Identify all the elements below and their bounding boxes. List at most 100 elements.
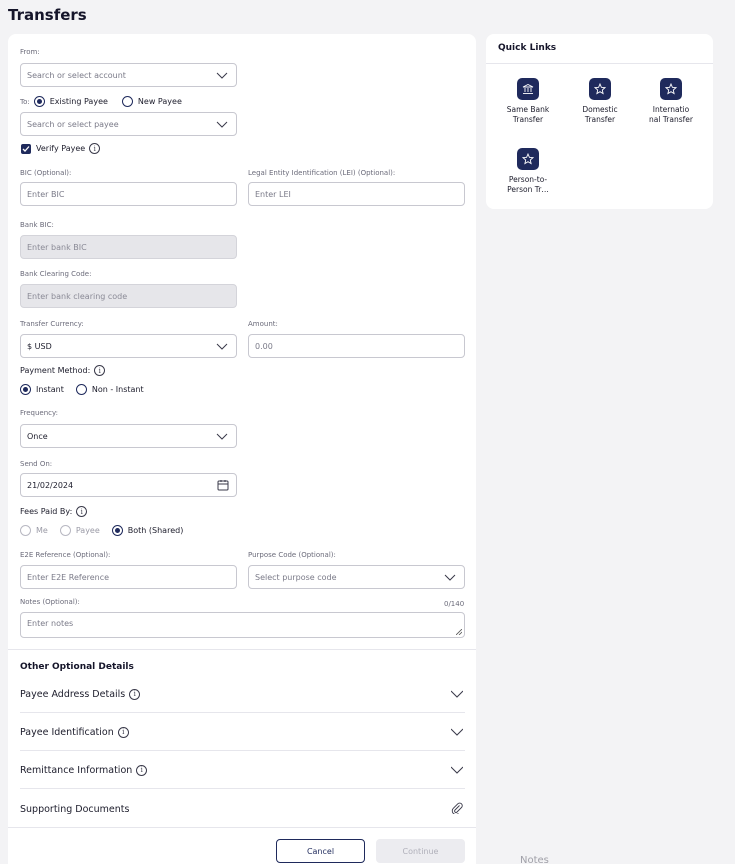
notes-textarea[interactable]: Enter notes — [20, 612, 465, 638]
frequency-value: Once — [27, 431, 48, 441]
purpose-label: Purpose Code (Optional): — [248, 551, 336, 559]
e2e-input[interactable]: Enter E2E Reference — [20, 565, 237, 589]
accordion-label: Supporting Documents — [20, 803, 130, 815]
info-icon[interactable]: i — [94, 365, 106, 376]
footer-divider — [8, 827, 476, 828]
star-icon — [660, 78, 682, 100]
info-icon[interactable]: i — [129, 688, 141, 700]
section-divider — [8, 649, 476, 650]
paperclip-icon[interactable] — [451, 802, 463, 814]
e2e-label: E2E Reference (Optional): — [20, 551, 111, 559]
accordion-remittance-information[interactable]: Remittance Information i — [20, 751, 465, 789]
info-icon[interactable]: i — [136, 764, 148, 776]
accordion-payee-address[interactable]: Payee Address Details i — [20, 675, 465, 713]
fees-label: Fees Paid By: — [20, 507, 73, 516]
notes-placeholder: Enter notes — [27, 619, 74, 628]
quick-link-label: Internatio nal Transfer — [649, 105, 693, 124]
info-icon[interactable]: i — [117, 726, 129, 738]
cancel-button[interactable]: Cancel — [276, 839, 365, 863]
star-icon — [517, 148, 539, 170]
calendar-icon[interactable] — [217, 479, 229, 491]
notes-panel-title: Notes — [520, 855, 549, 864]
star-icon — [589, 78, 611, 100]
info-icon[interactable]: i — [76, 506, 88, 517]
payee-select[interactable]: Search or select payee — [20, 112, 237, 136]
lei-label: Legal Entity Identification (LEI) (Optio… — [248, 169, 396, 177]
fees-both-radio[interactable] — [111, 525, 123, 536]
currency-select[interactable]: $ USD — [20, 334, 237, 358]
accordion-divider — [20, 788, 465, 789]
continue-button[interactable]: Continue — [376, 839, 465, 863]
notes-label: Notes (Optional): — [20, 598, 80, 606]
quick-link-domestic[interactable]: Domestic Transfer — [570, 78, 630, 125]
quick-link-label: Person-to- Person Tr… — [507, 175, 549, 194]
notes-counter: 0/140 — [444, 600, 465, 608]
quick-link-label: Same Bank Transfer — [506, 105, 550, 124]
bank-bic-placeholder: Enter bank BIC — [27, 242, 87, 252]
chevron-down-icon — [216, 121, 228, 128]
transfer-form-card: From: Search or select account To: Exist… — [8, 34, 476, 864]
send-on-label: Send On: — [20, 460, 53, 468]
accordion-supporting-documents[interactable]: Supporting Documents — [20, 790, 465, 828]
from-account-placeholder: Search or select account — [27, 70, 126, 80]
amount-input[interactable]: 0.00 — [248, 334, 465, 358]
verify-payee-checkbox[interactable] — [21, 143, 31, 154]
chevron-down-icon — [451, 766, 463, 774]
purpose-select[interactable]: Select purpose code — [248, 565, 465, 589]
info-icon[interactable]: i — [89, 143, 101, 154]
chevron-down-icon — [451, 728, 463, 736]
accordion-payee-identification[interactable]: Payee Identification i — [20, 713, 465, 751]
other-details-title: Other Optional Details — [20, 662, 134, 672]
lei-placeholder: Enter LEI — [255, 189, 291, 199]
bank-icon — [517, 78, 539, 100]
chevron-down-icon — [216, 72, 228, 79]
new-payee-radio[interactable] — [121, 96, 133, 107]
to-payee-options: To: Existing Payee New Payee — [20, 96, 182, 107]
instant-label: Instant — [36, 385, 64, 394]
quick-link-same-bank[interactable]: Same Bank Transfer — [498, 78, 558, 125]
quick-link-label: Domestic Transfer — [582, 105, 618, 124]
new-payee-label: New Payee — [137, 97, 182, 106]
bank-clearing-label: Bank Clearing Code: — [20, 270, 92, 278]
bic-placeholder: Enter BIC — [27, 189, 65, 199]
non-instant-radio[interactable] — [75, 384, 87, 395]
bic-input[interactable]: Enter BIC — [20, 182, 237, 206]
chevron-down-icon — [216, 343, 228, 350]
from-account-select[interactable]: Search or select account — [20, 63, 237, 87]
payee-placeholder: Search or select payee — [27, 119, 119, 129]
bank-clearing-input: Enter bank clearing code — [20, 284, 237, 308]
bank-bic-label: Bank BIC: — [20, 221, 54, 229]
quick-link-person-to-person[interactable]: Person-to- Person Tr… — [498, 148, 558, 195]
quick-links-divider — [486, 63, 713, 64]
from-label: From: — [20, 48, 40, 56]
fees-payee-radio[interactable] — [59, 525, 71, 536]
frequency-select[interactable]: Once — [20, 424, 237, 448]
purpose-placeholder: Select purpose code — [255, 572, 337, 582]
verify-payee-row: Verify Payee i — [21, 143, 101, 154]
fees-me-radio[interactable] — [20, 525, 31, 536]
quick-link-international[interactable]: Internatio nal Transfer — [641, 78, 701, 125]
quick-links-card: Quick Links Same Bank Transfer Domestic Tr… — [486, 34, 713, 209]
chevron-down-icon — [451, 690, 463, 698]
quick-links-title: Quick Links — [498, 43, 557, 53]
bic-label: BIC (Optional): — [20, 169, 72, 177]
amount-label: Amount: — [248, 320, 278, 328]
resize-handle-icon[interactable] — [456, 629, 462, 635]
to-label: To: — [20, 97, 30, 106]
existing-payee-radio[interactable] — [33, 96, 45, 107]
payment-method-options: Instant Non - Instant — [20, 384, 144, 395]
instant-radio[interactable] — [20, 384, 31, 395]
accordion-label: Payee Identification — [20, 726, 114, 738]
currency-value: $ USD — [27, 341, 52, 351]
fees-options: Me Payee Both (Shared) — [20, 525, 183, 536]
bank-bic-input: Enter bank BIC — [20, 235, 237, 259]
chevron-down-icon — [216, 433, 228, 440]
fees-payee-label: Payee — [75, 526, 100, 535]
accordion-label: Payee Address Details — [20, 688, 126, 700]
fees-heading: Fees Paid By: i — [20, 506, 88, 517]
frequency-label: Frequency: — [20, 409, 59, 417]
page-title: Transfers — [8, 6, 87, 24]
send-on-date-input[interactable]: 21/02/2024 — [20, 473, 237, 497]
existing-payee-label: Existing Payee — [49, 97, 108, 106]
lei-input[interactable]: Enter LEI — [248, 182, 465, 206]
